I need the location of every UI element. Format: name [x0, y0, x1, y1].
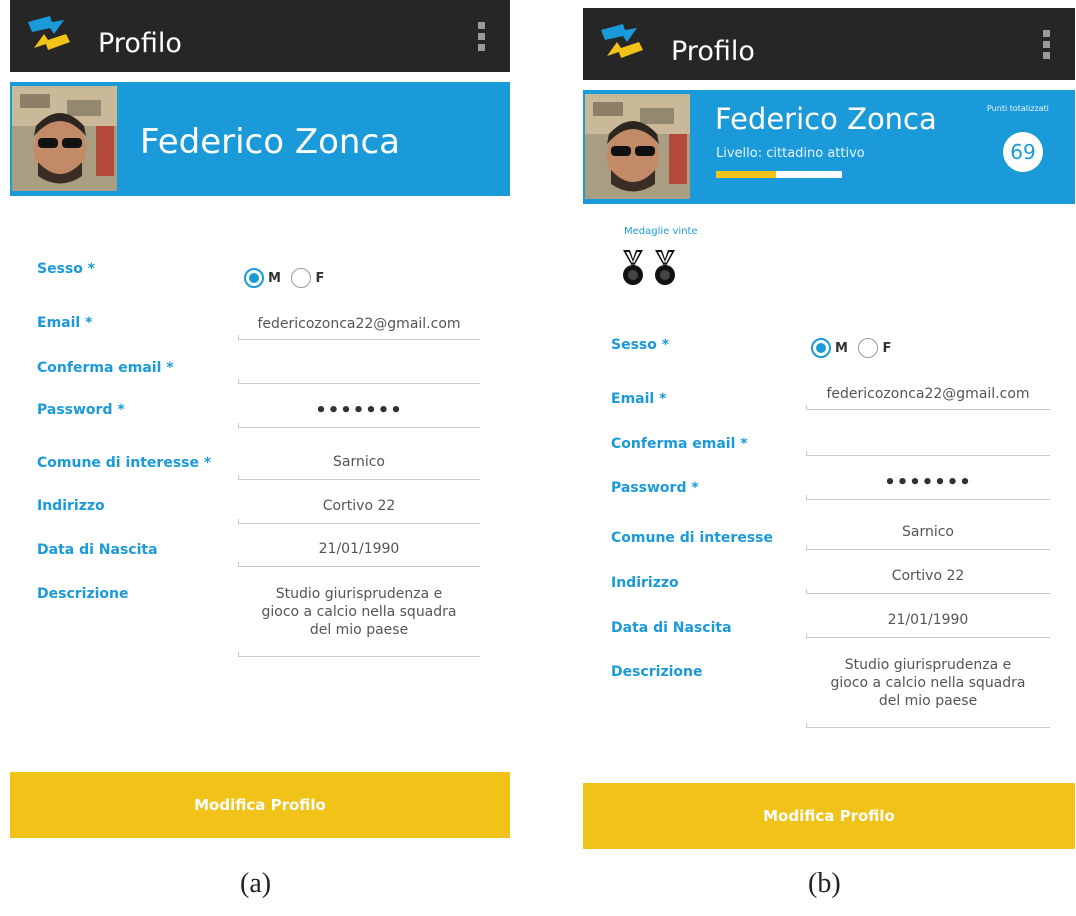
points-badge: 69	[1003, 132, 1043, 172]
indirizzo-label: Indirizzo	[611, 575, 679, 591]
indirizzo-field[interactable]: Cortivo 22	[806, 568, 1050, 594]
caption-a: (a)	[240, 868, 272, 899]
descrizione-label: Descrizione	[37, 586, 129, 602]
data-nascita-field[interactable]: 21/01/1990	[238, 541, 480, 567]
indirizzo-value: Cortivo 22	[891, 568, 965, 584]
indirizzo-value: Cortivo 22	[322, 498, 396, 514]
user-name: Federico Zonca	[140, 122, 401, 162]
user-name: Federico Zonca	[715, 102, 937, 136]
modifica-profilo-button[interactable]: Modifica Profilo	[10, 772, 510, 838]
data-nascita-value: 21/01/1990	[887, 612, 969, 628]
level-progress-fill	[716, 171, 777, 178]
radio-female[interactable]	[291, 268, 312, 288]
comune-field[interactable]: Sarnico	[238, 454, 480, 480]
overflow-menu-icon[interactable]	[1039, 30, 1053, 64]
descrizione-value: Studio giurisprudenza e gioco a calcio n…	[261, 586, 457, 638]
data-nascita-value: 21/01/1990	[318, 541, 400, 557]
app-bar: Profilo	[583, 8, 1075, 80]
overflow-menu-icon[interactable]	[474, 22, 488, 56]
app-title: Profilo	[671, 36, 755, 67]
modifica-profilo-button[interactable]: Modifica Profilo	[583, 783, 1075, 849]
gender-radio-group: M F	[811, 338, 897, 362]
caption-b: (b)	[808, 868, 841, 899]
email-value: federicozonca22@gmail.com	[257, 316, 461, 332]
descrizione-value: Studio giurisprudenza e gioco a calcio n…	[830, 657, 1026, 709]
confirm-email-field[interactable]	[806, 432, 1050, 456]
sesso-label: Sesso *	[37, 261, 96, 277]
app-bar: Profilo	[10, 0, 510, 72]
medals-list	[621, 248, 685, 288]
avatar[interactable]	[585, 94, 690, 199]
confirm-email-label: Conferma email *	[611, 436, 748, 452]
radio-male-label: M	[835, 340, 848, 356]
email-label: Email *	[611, 391, 667, 407]
indirizzo-label: Indirizzo	[37, 498, 105, 514]
comune-label: Comune di interesse	[611, 530, 773, 546]
comune-value: Sarnico	[901, 524, 954, 540]
data-nascita-label: Data di Nascita	[37, 542, 158, 558]
password-field[interactable]: •••••••	[238, 400, 480, 428]
confirm-email-field[interactable]	[238, 360, 480, 384]
sesso-label: Sesso *	[611, 337, 670, 353]
password-label: Password *	[611, 480, 699, 496]
email-field[interactable]: federicozonca22@gmail.com	[238, 316, 480, 340]
radio-male[interactable]	[244, 268, 264, 288]
email-label: Email *	[37, 315, 93, 331]
email-field[interactable]: federicozonca22@gmail.com	[806, 386, 1050, 410]
comune-label: Comune di interesse *	[37, 455, 212, 471]
level-progress-bar	[716, 171, 842, 178]
profile-screen-a: Profilo Federico Zonca Sesso * M F Email…	[10, 0, 510, 840]
radio-female-label: F	[315, 270, 325, 286]
radio-male-label: M	[268, 270, 281, 286]
password-value: •••••••	[884, 472, 972, 493]
radio-female-label: F	[882, 340, 892, 356]
password-field[interactable]: •••••••	[806, 472, 1050, 500]
profile-header: Federico Zonca	[10, 82, 510, 196]
data-nascita-label: Data di Nascita	[611, 620, 732, 636]
app-logo-icon	[601, 24, 643, 58]
confirm-email-label: Conferma email *	[37, 360, 174, 376]
comune-field[interactable]: Sarnico	[806, 524, 1050, 550]
indirizzo-field[interactable]: Cortivo 22	[238, 498, 480, 524]
avatar[interactable]	[12, 86, 117, 191]
data-nascita-field[interactable]: 21/01/1990	[806, 612, 1050, 638]
app-title: Profilo	[98, 28, 182, 59]
profile-screen-b: Profilo Federico Zonca Livello: cittadin…	[583, 8, 1075, 853]
medals-label: Medaglie vinte	[624, 226, 698, 237]
password-label: Password *	[37, 402, 125, 418]
password-value: •••••••	[315, 400, 403, 421]
descrizione-field[interactable]: Studio giurisprudenza e gioco a calcio n…	[806, 656, 1050, 728]
radio-female[interactable]	[858, 338, 879, 358]
medal-icon	[621, 248, 645, 288]
level-text: Livello: cittadino attivo	[716, 146, 865, 161]
points-label: Punti totalizzati	[987, 104, 1049, 113]
app-logo-icon	[28, 16, 70, 50]
descrizione-field[interactable]: Studio giurisprudenza e gioco a calcio n…	[238, 585, 480, 657]
medal-icon	[653, 248, 677, 288]
comune-value: Sarnico	[332, 454, 385, 470]
descrizione-label: Descrizione	[611, 664, 703, 680]
email-value: federicozonca22@gmail.com	[826, 386, 1030, 402]
profile-header: Federico Zonca Livello: cittadino attivo…	[583, 90, 1075, 204]
radio-male[interactable]	[811, 338, 831, 358]
gender-radio-group: M F	[244, 268, 330, 292]
